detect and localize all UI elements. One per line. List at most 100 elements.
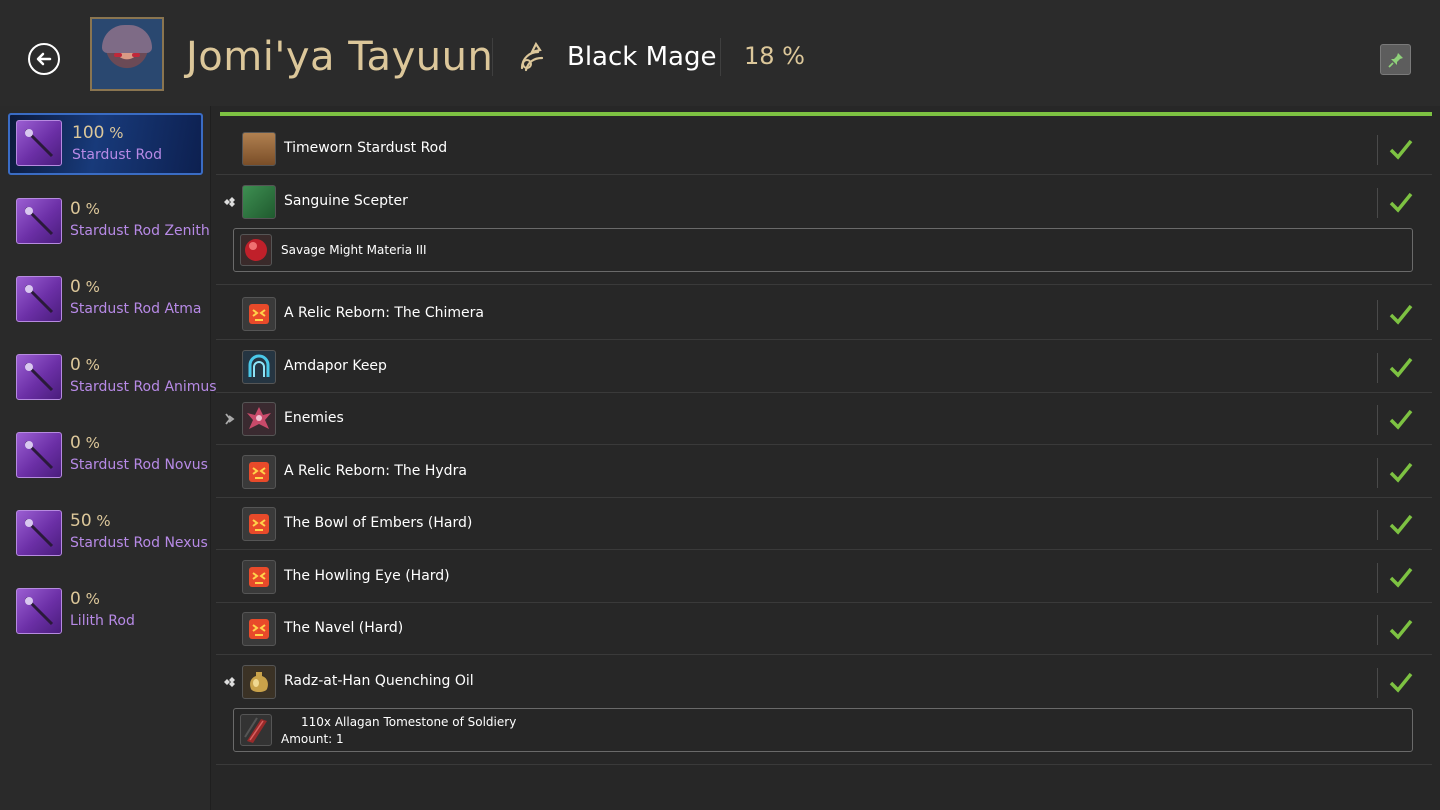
trial-icon bbox=[242, 455, 276, 489]
sidebar-item-stardust-rod-nexus[interactable]: 50 % Stardust Rod Nexus bbox=[8, 503, 208, 565]
trial-icon bbox=[242, 297, 276, 331]
sub-item-label: Savage Might Materia III bbox=[281, 243, 427, 257]
rod-icon bbox=[24, 440, 54, 470]
sidebar-item-label: Stardust Rod Novus bbox=[70, 457, 208, 473]
requirements-list: Timeworn Stardust Rod Sanguine Scepter S… bbox=[212, 106, 1440, 810]
character-name: Jomi'ya Tayuun bbox=[186, 34, 494, 80]
scepter-icon bbox=[242, 185, 276, 219]
sub-item[interactable]: 110x Allagan Tomestone of Soldiery Amoun… bbox=[233, 708, 1413, 752]
checkmark-icon bbox=[1389, 409, 1413, 430]
rod-icon bbox=[24, 206, 54, 236]
sidebar-item-percent: 0 % bbox=[70, 433, 100, 453]
list-item[interactable]: Radz-at-Han Quenching Oil bbox=[216, 656, 1432, 708]
checkmark-icon bbox=[1389, 462, 1413, 483]
sidebar-item-label: Stardust Rod Atma bbox=[70, 301, 202, 317]
sidebar-item-percent: 0 % bbox=[70, 199, 100, 219]
enemy-icon bbox=[242, 402, 276, 436]
pin-icon bbox=[1388, 53, 1403, 68]
rod-icon bbox=[24, 128, 54, 158]
sidebar-item-percent: 0 % bbox=[70, 589, 100, 609]
trial-icon bbox=[242, 612, 276, 646]
sidebar-item-lilith-rod[interactable]: 0 % Lilith Rod bbox=[8, 581, 203, 643]
header-divider bbox=[492, 38, 493, 76]
sidebar-item-label: Stardust Rod bbox=[72, 147, 163, 163]
back-arrow-icon bbox=[36, 52, 52, 66]
checkmark-icon bbox=[1389, 357, 1413, 378]
chest-icon bbox=[242, 132, 276, 166]
rod-thumbnail bbox=[16, 198, 62, 244]
sidebar-item-label: Stardust Rod Animus bbox=[70, 379, 217, 395]
divider bbox=[1377, 405, 1378, 435]
header-divider bbox=[720, 38, 721, 76]
divider bbox=[1377, 353, 1378, 383]
divider bbox=[1377, 135, 1378, 165]
list-item[interactable]: Enemies bbox=[216, 393, 1432, 445]
rod-thumbnail bbox=[16, 354, 62, 400]
list-item-label: A Relic Reborn: The Hydra bbox=[284, 463, 467, 479]
divider bbox=[216, 284, 1432, 285]
sidebar-item-stardust-rod-zenith[interactable]: 0 % Stardust Rod Zenith bbox=[8, 191, 210, 253]
checkmark-icon bbox=[1389, 672, 1413, 693]
list-item[interactable]: Amdapor Keep bbox=[216, 341, 1432, 393]
list-item[interactable]: The Bowl of Embers (Hard) bbox=[216, 498, 1432, 550]
list-item-label: The Howling Eye (Hard) bbox=[284, 568, 450, 584]
checkmark-icon bbox=[1389, 139, 1413, 160]
rod-icon bbox=[24, 596, 54, 626]
list-item-label: A Relic Reborn: The Chimera bbox=[284, 305, 484, 321]
divider bbox=[1377, 615, 1378, 645]
divider bbox=[1377, 188, 1378, 218]
list-item[interactable]: Timeworn Stardust Rod bbox=[216, 123, 1432, 175]
divider bbox=[1377, 300, 1378, 330]
expand-icon[interactable] bbox=[222, 675, 236, 689]
rod-thumbnail bbox=[16, 276, 62, 322]
list-item[interactable]: A Relic Reborn: The Chimera bbox=[216, 288, 1432, 340]
checkmark-icon bbox=[1389, 304, 1413, 325]
checkmark-icon bbox=[1389, 514, 1413, 535]
list-item[interactable]: A Relic Reborn: The Hydra bbox=[216, 446, 1432, 498]
sidebar-item-label: Lilith Rod bbox=[70, 613, 135, 629]
sidebar-item-label: Stardust Rod Zenith bbox=[70, 223, 210, 239]
rod-thumbnail bbox=[16, 510, 62, 556]
checkmark-icon bbox=[1389, 192, 1413, 213]
checkmark-icon bbox=[1389, 567, 1413, 588]
back-button[interactable] bbox=[28, 43, 60, 75]
progress-bar bbox=[220, 112, 1432, 116]
rod-icon bbox=[24, 362, 54, 392]
divider bbox=[1377, 458, 1378, 488]
tomestone-icon bbox=[240, 714, 272, 746]
sidebar-item-percent: 0 % bbox=[70, 355, 100, 375]
expand-icon[interactable] bbox=[222, 412, 236, 426]
sidebar-item-percent: 0 % bbox=[70, 277, 100, 297]
header: Jomi'ya Tayuun Black Mage 18 % bbox=[0, 0, 1440, 106]
dungeon-icon bbox=[242, 350, 276, 384]
expand-icon[interactable] bbox=[222, 195, 236, 209]
list-item[interactable]: The Navel (Hard) bbox=[216, 603, 1432, 655]
sidebar-item-stardust-rod-animus[interactable]: 0 % Stardust Rod Animus bbox=[8, 347, 217, 409]
sub-item[interactable]: Savage Might Materia III bbox=[233, 228, 1413, 272]
divider bbox=[216, 764, 1432, 765]
checkmark-icon bbox=[1389, 619, 1413, 640]
list-item-label: Enemies bbox=[284, 410, 344, 426]
sidebar-item-stardust-rod-atma[interactable]: 0 % Stardust Rod Atma bbox=[8, 269, 203, 331]
divider bbox=[1377, 510, 1378, 540]
pin-button[interactable] bbox=[1380, 44, 1411, 75]
trial-icon bbox=[242, 560, 276, 594]
divider bbox=[1377, 563, 1378, 593]
sidebar-item-stardust-rod[interactable]: 100 % Stardust Rod bbox=[8, 113, 203, 175]
rod-thumbnail bbox=[16, 120, 62, 166]
list-item-label: The Bowl of Embers (Hard) bbox=[284, 515, 473, 531]
sub-item-label: 110x Allagan Tomestone of Soldiery bbox=[301, 715, 517, 729]
list-item-label: Amdapor Keep bbox=[284, 358, 387, 374]
sidebar: 100 % Stardust Rod 0 % Stardust Rod Zeni… bbox=[0, 106, 217, 810]
list-item[interactable]: The Howling Eye (Hard) bbox=[216, 551, 1432, 603]
sidebar-item-label: Stardust Rod Nexus bbox=[70, 535, 208, 551]
list-item-label: Sanguine Scepter bbox=[284, 193, 408, 209]
list-item-label: Timeworn Stardust Rod bbox=[284, 140, 448, 156]
character-avatar bbox=[90, 17, 164, 91]
sidebar-item-stardust-rod-novus[interactable]: 0 % Stardust Rod Novus bbox=[8, 425, 208, 487]
rod-icon bbox=[24, 518, 54, 548]
list-item[interactable]: Sanguine Scepter bbox=[216, 176, 1432, 228]
sidebar-item-percent: 100 % bbox=[72, 123, 124, 143]
black-mage-icon bbox=[520, 41, 544, 72]
rod-thumbnail bbox=[16, 432, 62, 478]
